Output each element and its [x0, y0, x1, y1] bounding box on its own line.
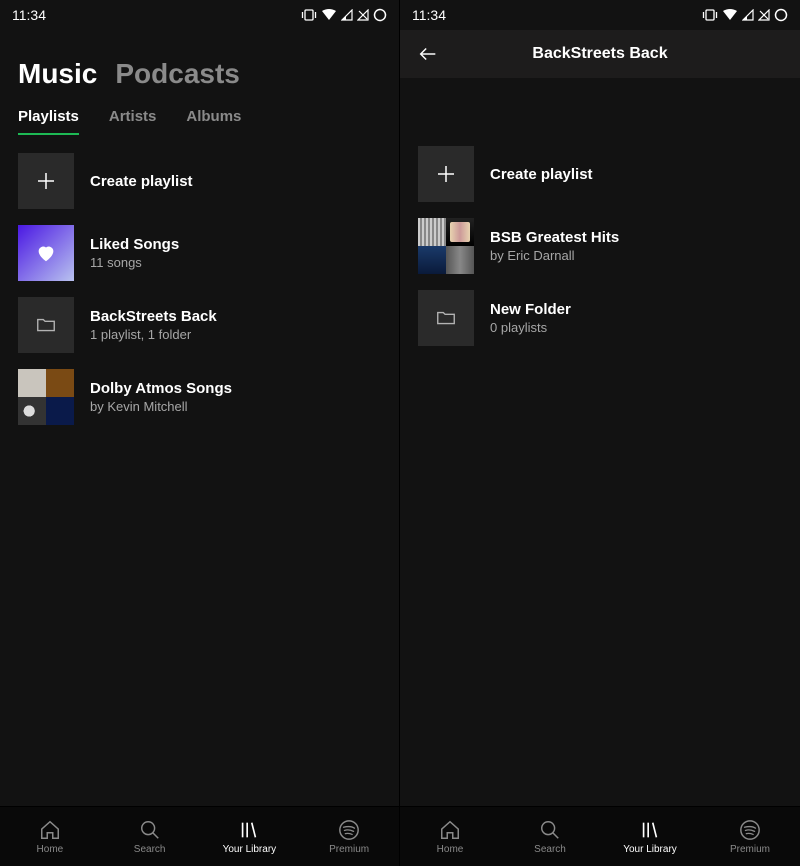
search-icon [539, 819, 561, 841]
folder-title: BackStreets Back [400, 45, 800, 63]
folder-icon [18, 297, 74, 353]
nav-label: Search [534, 844, 566, 855]
nav-label: Premium [329, 844, 369, 855]
signal-2-icon [357, 9, 369, 21]
nav-label: Your Library [223, 844, 277, 855]
spotify-icon [739, 819, 761, 841]
row-text: Liked Songs 11 songs [90, 236, 179, 270]
row-playlist-bsb[interactable]: BSB Greatest Hits by Eric Darnall [400, 210, 800, 282]
wifi-icon [321, 9, 337, 21]
playlist-cover [18, 369, 74, 425]
row-sub: by Kevin Mitchell [90, 399, 232, 414]
subtab-albums[interactable]: Albums [186, 108, 241, 135]
top-tabs: Music Podcasts [0, 30, 399, 108]
row-title: Liked Songs [90, 236, 179, 253]
nav-label: Search [134, 844, 166, 855]
nav-search[interactable]: Search [100, 807, 200, 866]
library-icon [238, 819, 260, 841]
plus-icon [418, 146, 474, 202]
row-sub: 11 songs [90, 255, 179, 270]
nav-label: Home [37, 844, 64, 855]
status-bar: 11:34 [0, 0, 399, 30]
folder-content: Create playlist BSB Greatest Hits by Eri… [400, 78, 800, 354]
sub-tabs: Playlists Artists Albums [0, 108, 399, 145]
nav-library[interactable]: Your Library [600, 807, 700, 866]
row-title: BSB Greatest Hits [490, 229, 619, 246]
heart-icon [18, 225, 74, 281]
nav-home[interactable]: Home [0, 807, 100, 866]
row-text: Create playlist [90, 173, 193, 190]
row-sub: by Eric Darnall [490, 248, 619, 263]
row-playlist-dolby[interactable]: Dolby Atmos Songs by Kevin Mitchell [0, 361, 399, 433]
nav-label: Your Library [623, 844, 677, 855]
home-icon [39, 819, 61, 841]
bottom-nav: Home Search Your Library Premium [0, 806, 399, 866]
row-folder-new[interactable]: New Folder 0 playlists [400, 282, 800, 354]
row-sub: 1 playlist, 1 folder [90, 327, 217, 342]
row-create-playlist[interactable]: Create playlist [0, 145, 399, 217]
row-title: Create playlist [90, 173, 193, 190]
tab-podcasts[interactable]: Podcasts [115, 58, 240, 90]
playlist-cover [418, 218, 474, 274]
circle-icon [774, 8, 788, 22]
screen-library: 11:34 Music Podcasts Playlists Artists A… [0, 0, 400, 866]
status-icons [702, 8, 788, 22]
bottom-nav: Home Search Your Library Premium [400, 806, 800, 866]
nav-search[interactable]: Search [500, 807, 600, 866]
status-icons [301, 8, 387, 22]
status-bar: 11:34 [400, 0, 800, 30]
nav-label: Premium [730, 844, 770, 855]
search-icon [139, 819, 161, 841]
status-time: 11:34 [412, 7, 446, 23]
nav-label: Home [437, 844, 464, 855]
vibrate-icon [301, 8, 317, 22]
nav-library[interactable]: Your Library [200, 807, 300, 866]
wifi-icon [722, 9, 738, 21]
subtab-playlists[interactable]: Playlists [18, 108, 79, 135]
tab-music[interactable]: Music [18, 58, 97, 90]
signal-1-icon [341, 9, 353, 21]
row-create-playlist[interactable]: Create playlist [400, 138, 800, 210]
arrow-left-icon [417, 43, 439, 65]
row-liked-songs[interactable]: Liked Songs 11 songs [0, 217, 399, 289]
row-title: Create playlist [490, 166, 593, 183]
screen-folder: 11:34 BackStreets Back Create playlist [400, 0, 800, 866]
row-title: BackStreets Back [90, 308, 217, 325]
signal-2-icon [758, 9, 770, 21]
row-sub: 0 playlists [490, 320, 571, 335]
row-title: New Folder [490, 301, 571, 318]
folder-icon [418, 290, 474, 346]
vibrate-icon [702, 8, 718, 22]
home-icon [439, 819, 461, 841]
library-icon [639, 819, 661, 841]
row-text: New Folder 0 playlists [490, 301, 571, 335]
signal-1-icon [742, 9, 754, 21]
nav-premium[interactable]: Premium [299, 807, 399, 866]
subtab-artists[interactable]: Artists [109, 108, 157, 135]
row-text: Dolby Atmos Songs by Kevin Mitchell [90, 380, 232, 414]
circle-icon [373, 8, 387, 22]
folder-header: BackStreets Back [400, 30, 800, 78]
row-text: Create playlist [490, 166, 593, 183]
nav-premium[interactable]: Premium [700, 807, 800, 866]
row-text: BSB Greatest Hits by Eric Darnall [490, 229, 619, 263]
spotify-icon [338, 819, 360, 841]
plus-icon [18, 153, 74, 209]
nav-home[interactable]: Home [400, 807, 500, 866]
row-folder-backstreets[interactable]: BackStreets Back 1 playlist, 1 folder [0, 289, 399, 361]
row-title: Dolby Atmos Songs [90, 380, 232, 397]
status-time: 11:34 [12, 7, 46, 23]
back-button[interactable] [414, 40, 442, 68]
row-text: BackStreets Back 1 playlist, 1 folder [90, 308, 217, 342]
